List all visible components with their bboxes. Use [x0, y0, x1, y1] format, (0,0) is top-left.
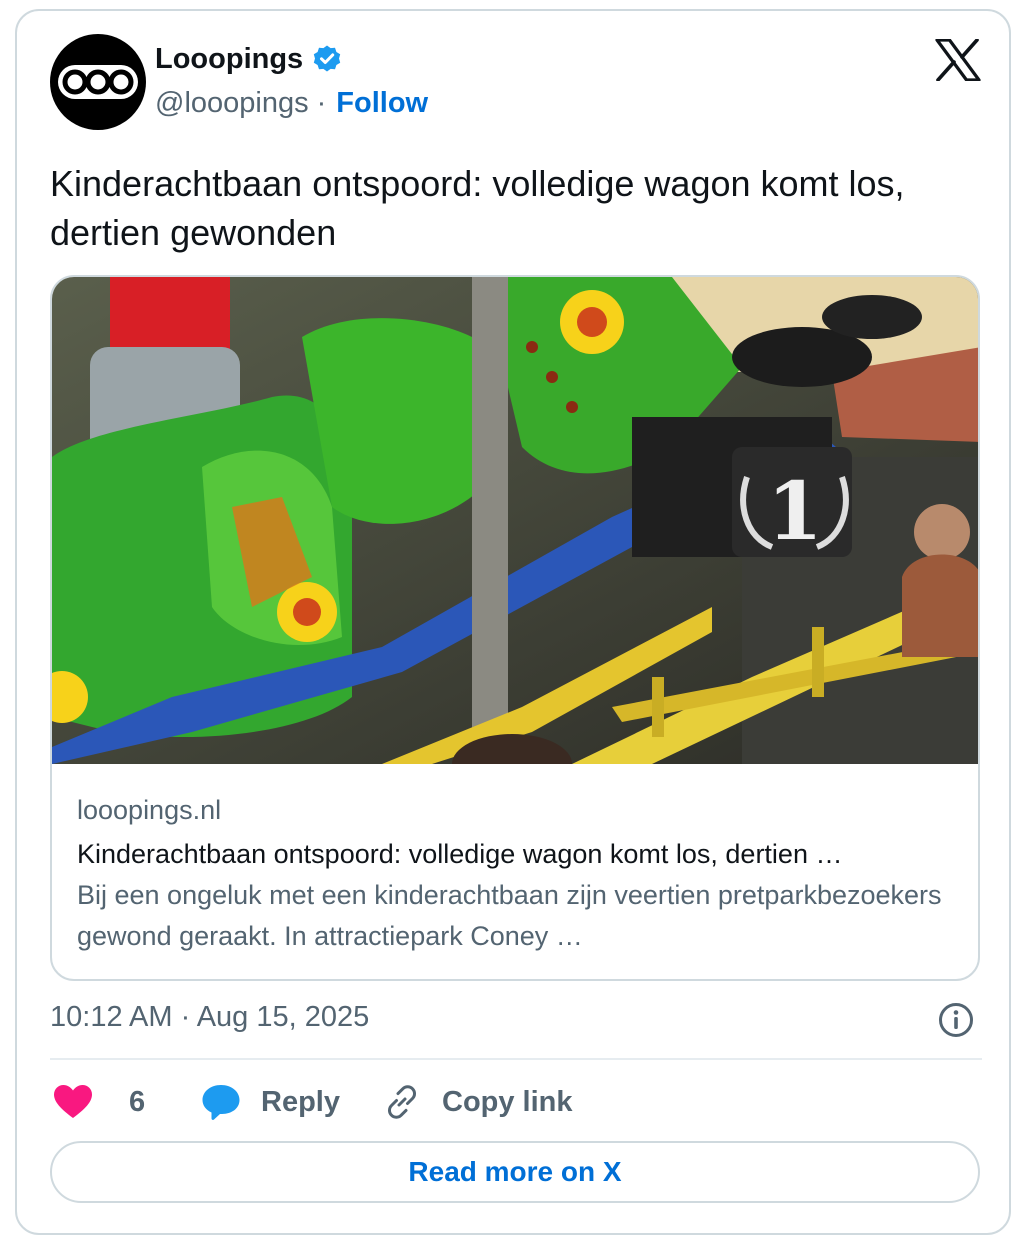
info-icon[interactable] — [938, 1002, 974, 1038]
link-preview-card[interactable]: 1 looopings.nl Kinderachtbaan ontspoord:… — [50, 275, 980, 981]
link-title: Kinderachtbaan ontspoord: volledige wago… — [77, 839, 843, 869]
likes-count: 6 — [129, 1085, 146, 1118]
link-domain: looopings.nl — [77, 795, 222, 825]
tweet-embed-card: Looopings @looopings · Follow Kinderacht… — [15, 9, 1011, 1235]
author-handle[interactable]: @looopings — [155, 87, 309, 120]
copy-link-button[interactable]: Copy link — [383, 1077, 573, 1127]
x-logo-icon[interactable] — [935, 39, 981, 81]
handle-separator: · — [316, 87, 327, 119]
read-more-button[interactable]: Read more on X — [50, 1141, 980, 1203]
action-bar: 6 Reply Copy link — [53, 1077, 983, 1127]
tweet-timestamp[interactable]: 10:12 AM · Aug 15, 2025 — [50, 1001, 369, 1034]
like-button[interactable]: 6 — [53, 1077, 145, 1127]
follow-button[interactable]: Follow — [336, 87, 428, 120]
link-description: Bij een ongeluk met een kinderachtbaan z… — [77, 880, 942, 951]
link-chain-icon — [387, 1085, 417, 1119]
svg-text:1: 1 — [767, 464, 823, 558]
verified-badge-icon — [313, 45, 341, 71]
three-circles-logo-icon — [58, 65, 138, 99]
author-name-row[interactable]: Looopings — [155, 43, 343, 76]
link-preview-meta: looopings.nl Kinderachtbaan ontspoord: v… — [77, 793, 957, 957]
copy-link-label: Copy link — [442, 1085, 573, 1118]
divider — [50, 1058, 982, 1060]
author-display-name[interactable]: Looopings — [155, 43, 303, 76]
tweet-text: Kinderachtbaan ontspoord: volledige wago… — [50, 163, 905, 253]
reply-label: Reply — [261, 1085, 340, 1118]
author-avatar[interactable] — [50, 34, 146, 130]
heart-icon — [54, 1085, 92, 1118]
reply-bubble-icon — [202, 1085, 240, 1120]
roller-coaster-photo[interactable]: 1 — [52, 277, 980, 764]
author-handle-row: @looopings · Follow — [155, 87, 428, 120]
reply-button[interactable]: Reply — [201, 1077, 340, 1127]
